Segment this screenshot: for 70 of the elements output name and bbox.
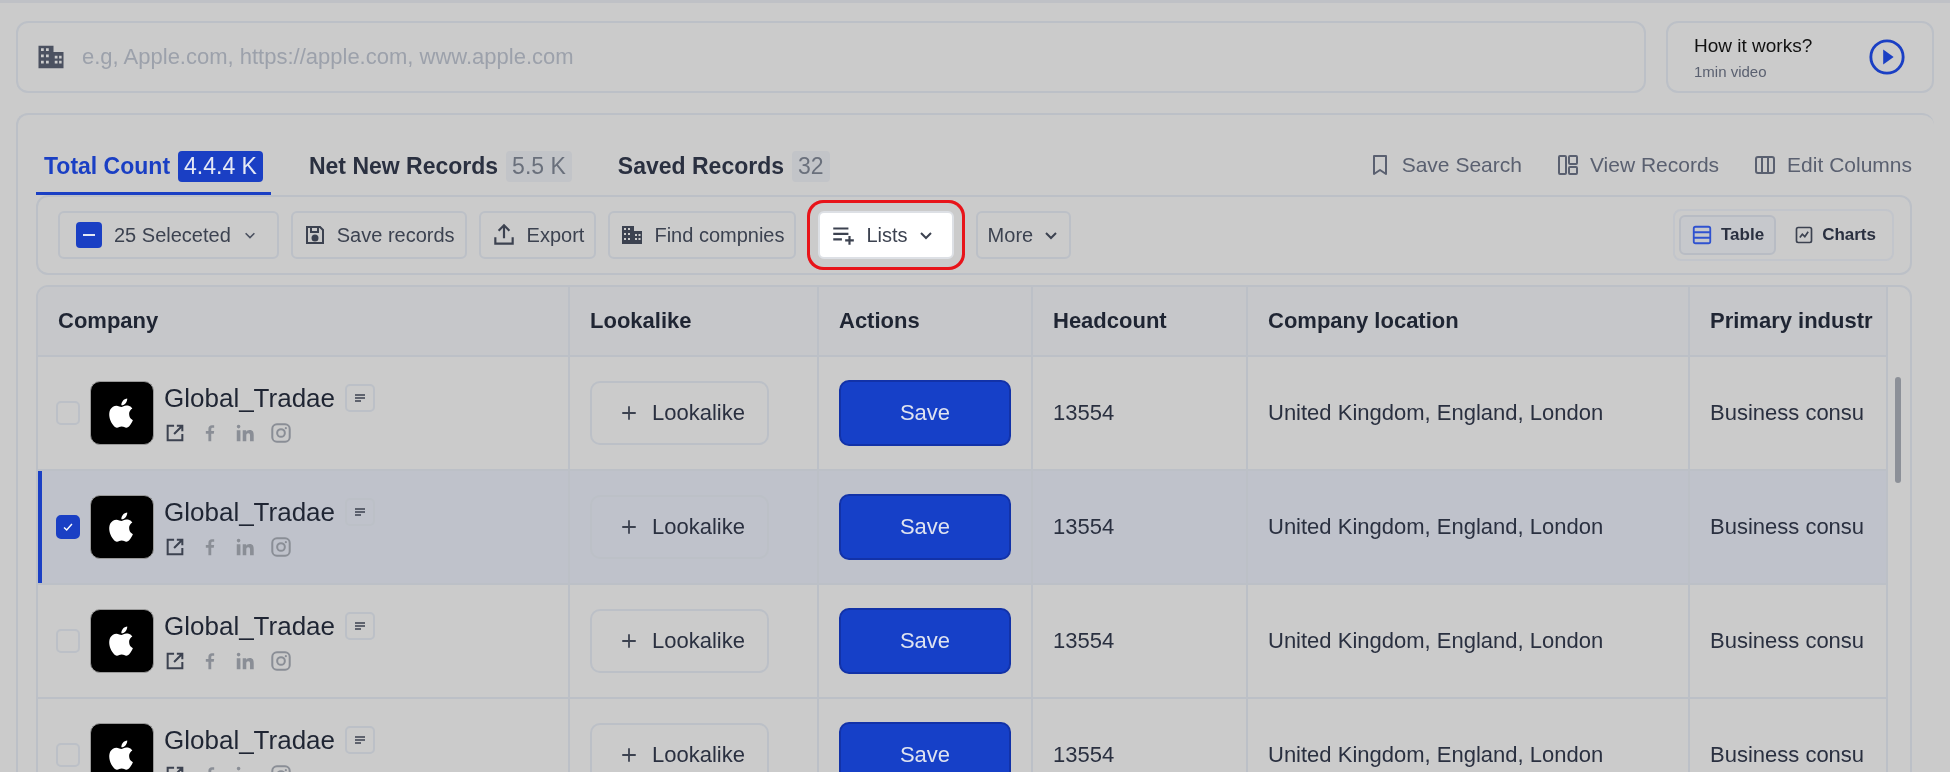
save-button[interactable]: Save	[839, 380, 1011, 446]
notes-icon[interactable]	[345, 726, 376, 754]
instagram-icon[interactable]	[270, 649, 292, 672]
selection-dropdown[interactable]: 25 Seleceted	[58, 211, 279, 259]
save-search-link[interactable]: Save Search	[1367, 153, 1522, 177]
save-button[interactable]: Save	[839, 494, 1011, 560]
tab[interactable]: Total Count 4.4.4 K	[36, 143, 271, 195]
headcount-cell: 13554	[1033, 471, 1248, 583]
row-checkbox[interactable]	[56, 515, 80, 539]
column-header: Lookalike	[570, 287, 819, 355]
tab[interactable]: Net New Records 5.5 K	[300, 143, 580, 195]
help-subtitle: 1min video	[1694, 62, 1768, 80]
save-button[interactable]: Save	[839, 608, 1011, 674]
notes-icon[interactable]	[345, 612, 376, 640]
industry-cell-text: Business consu	[1709, 627, 1866, 655]
industry-cell-text: Business consu	[1709, 741, 1866, 769]
headcount-cell: 13554	[1033, 357, 1248, 469]
lookalike-button[interactable]: Lookalike	[590, 495, 769, 559]
company-name[interactable]: Global_Tradae	[164, 610, 336, 642]
how-it-works-card[interactable]: How it works? 1min video	[1666, 21, 1934, 93]
play-icon[interactable]	[1868, 38, 1906, 76]
lookalike-button[interactable]: Lookalike	[590, 381, 769, 445]
notes-icon[interactable]	[345, 498, 376, 526]
more-dropdown[interactable]: More	[975, 211, 1072, 259]
chart-icon	[1794, 225, 1815, 245]
save-records-button[interactable]: Save records	[290, 211, 467, 259]
location-cell: United Kingdom, England, London	[1248, 471, 1690, 583]
company-name[interactable]: Global_Tradae	[164, 496, 336, 528]
charts-view-tab[interactable]: Charts	[1782, 215, 1888, 255]
apple-icon	[90, 381, 154, 445]
column-header: Actions	[819, 287, 1033, 355]
lookalike-button[interactable]: Lookalike	[590, 723, 769, 772]
plus-icon	[620, 518, 638, 536]
help-title: How it works?	[1694, 34, 1813, 57]
column-header: Headcount	[1033, 287, 1248, 355]
export-button[interactable]: Export	[478, 211, 597, 259]
industry-cell-text: Business consu	[1709, 399, 1866, 427]
headcount-cell: 13554	[1033, 699, 1248, 772]
table-icon	[1691, 224, 1713, 246]
apple-icon	[90, 609, 154, 673]
tab[interactable]: Saved Records 32	[609, 143, 838, 195]
notes-icon[interactable]	[345, 384, 376, 412]
layout-icon	[1555, 153, 1580, 177]
building-icon	[620, 223, 645, 247]
scrollbar-thumb[interactable]	[1895, 377, 1901, 483]
save-button[interactable]: Save	[839, 722, 1011, 772]
plus-icon	[620, 404, 638, 422]
company-name[interactable]: Global_Tradae	[164, 724, 336, 756]
apple-icon	[90, 495, 154, 559]
lookalike-button[interactable]: Lookalike	[590, 609, 769, 673]
find-companies-button[interactable]: Find compnies	[608, 211, 797, 259]
partial-checkbox-icon	[76, 222, 102, 248]
plus-icon	[620, 632, 638, 650]
location-cell: United Kingdom, England, London	[1248, 357, 1690, 469]
table-view-tab[interactable]: Table	[1679, 215, 1777, 255]
column-header: Primary industr	[1709, 307, 1874, 335]
headcount-cell: 13554	[1033, 585, 1248, 697]
plus-icon	[620, 746, 638, 764]
company-name[interactable]: Global_Tradae	[164, 382, 336, 414]
columns-icon	[1753, 153, 1778, 177]
apple-icon	[90, 723, 154, 772]
instagram-icon[interactable]	[270, 535, 292, 558]
industry-cell-text: Business consu	[1709, 513, 1866, 541]
edit-columns-link[interactable]: Edit Columns	[1753, 153, 1912, 177]
column-header: Company	[38, 287, 570, 355]
column-header: Company location	[1248, 287, 1690, 355]
location-cell: United Kingdom, England, London	[1248, 585, 1690, 697]
view-records-link[interactable]: View Records	[1555, 153, 1720, 177]
location-cell: United Kingdom, England, London	[1248, 699, 1690, 772]
instagram-icon[interactable]	[270, 421, 292, 444]
